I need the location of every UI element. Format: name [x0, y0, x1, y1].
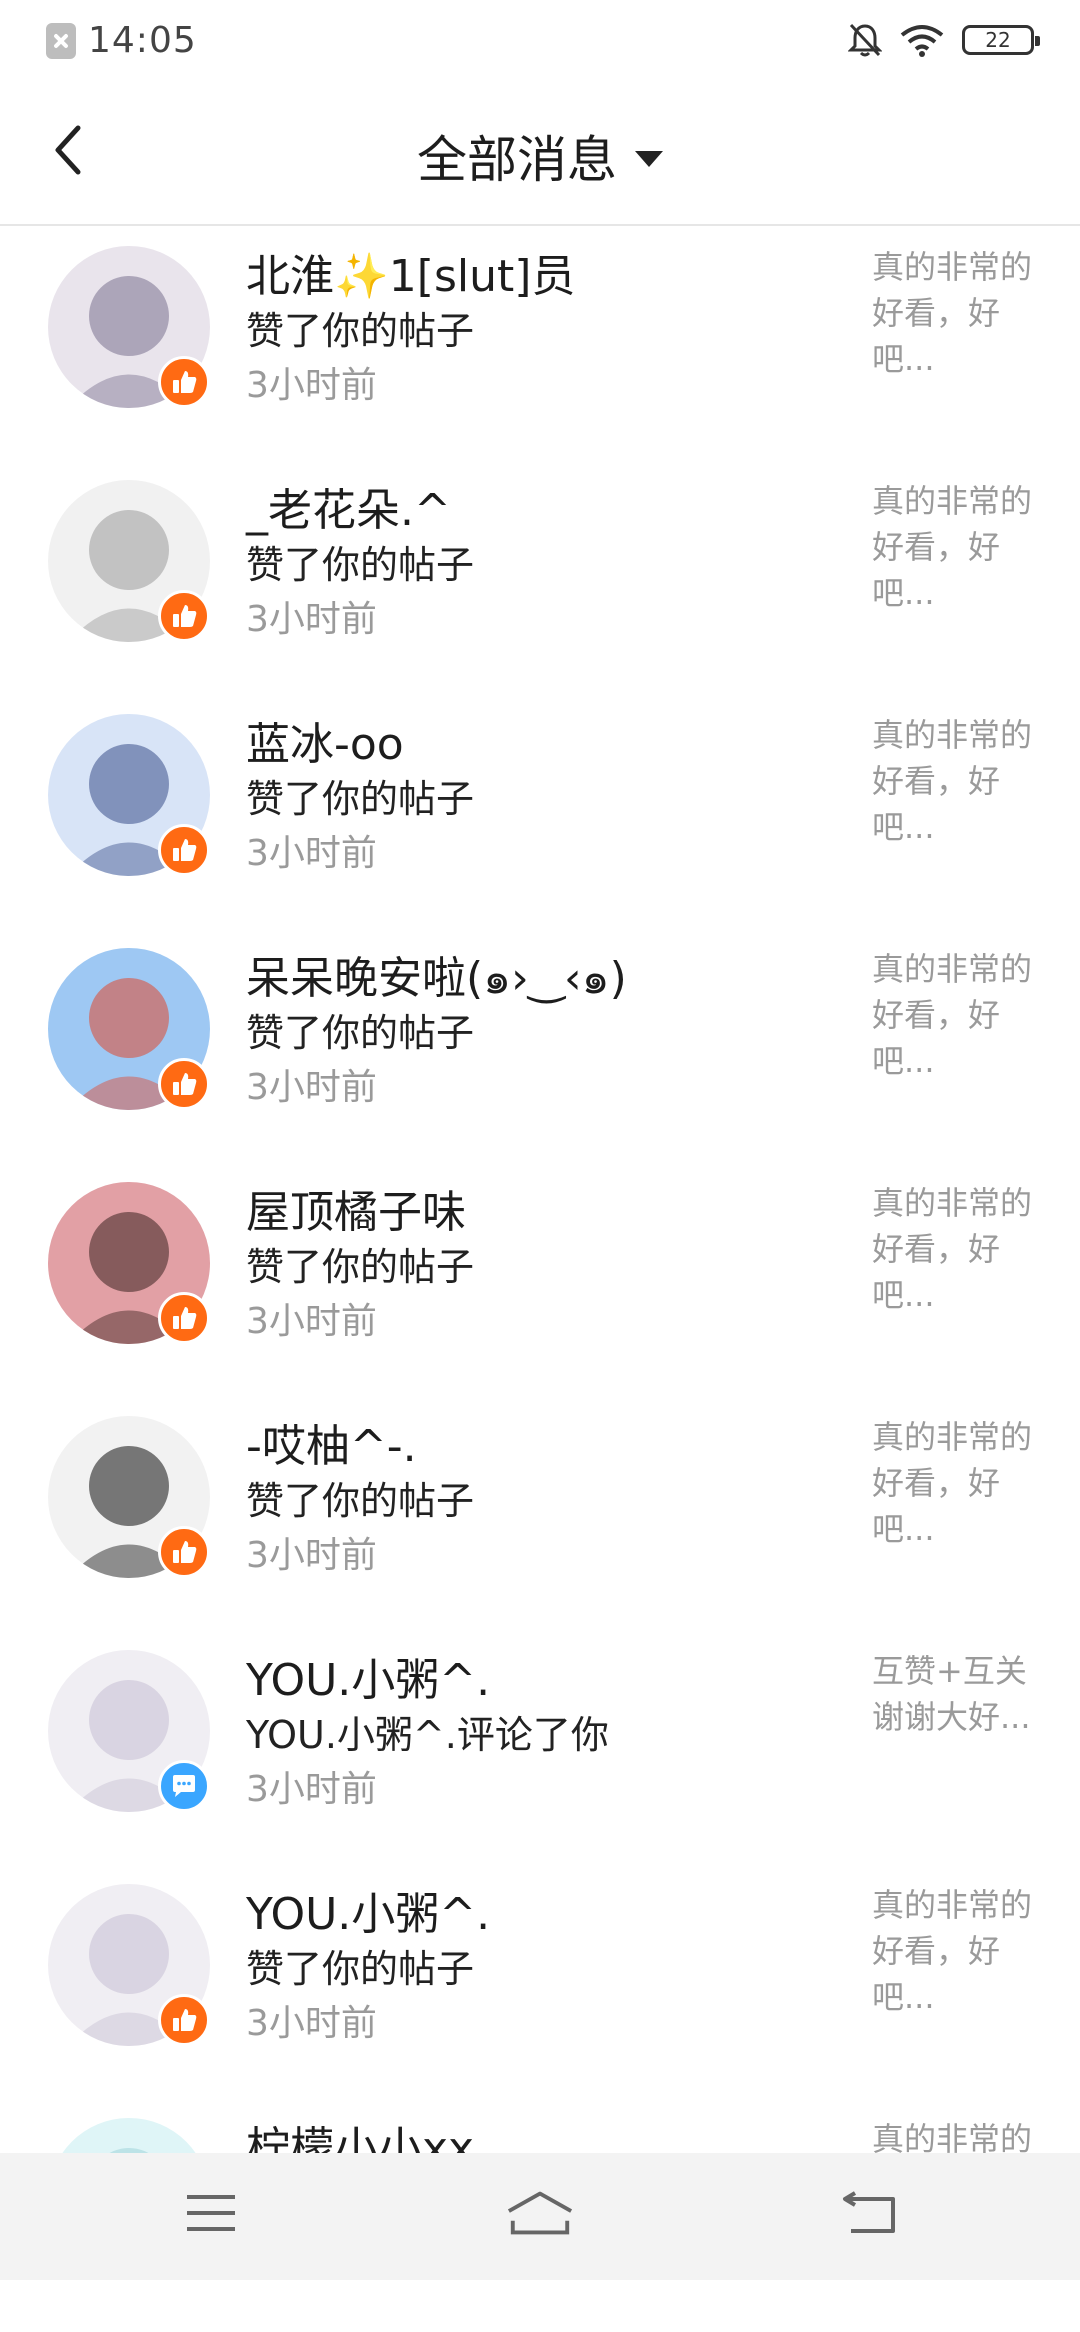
system-nav-bar — [0, 2153, 1080, 2280]
action-text: 赞了你的帖子 — [246, 1011, 475, 1055]
timestamp: 3小时前 — [246, 1301, 377, 1342]
menu-button[interactable] — [176, 2183, 246, 2243]
thumbs-up-icon — [173, 839, 197, 861]
timestamp: 3小时前 — [246, 1067, 377, 1108]
caret-down-icon — [635, 151, 663, 167]
thumbs-up-icon — [173, 371, 197, 393]
page-title: 全部消息 — [417, 131, 617, 189]
thumbs-up-icon — [173, 1307, 197, 1329]
battery-level: 22 — [985, 28, 1011, 52]
message-item[interactable]: 屋顶橘子味赞了你的帖子 3小时前 真的非常的好看，好吧... — [0, 1162, 1080, 1396]
header-bar: 全部消息 — [0, 84, 1080, 226]
post-preview: 真的非常的好看，好吧... — [872, 482, 1033, 612]
status-time: 14:05 — [88, 20, 197, 61]
message-filter-dropdown[interactable]: 全部消息 — [0, 120, 1080, 192]
action-text: YOU.小粥^.评论了你 — [246, 1713, 609, 1757]
post-preview: 真的非常的好看，好吧... — [872, 1886, 1033, 2016]
menu-icon — [187, 2195, 235, 2231]
post-preview: 真的非常的好看，好吧... — [872, 1184, 1033, 1314]
status-bar: 14:05 22 — [0, 0, 1080, 84]
like-badge — [158, 590, 210, 642]
post-preview: 真的非常的好看，好吧... — [872, 950, 1033, 1080]
user-name: 蓝冰-oo — [246, 719, 404, 770]
comment-icon — [173, 1775, 195, 1797]
home-icon — [507, 2191, 573, 2235]
message-item[interactable]: 呆呆晚安啦(๑›‿‹๑) 赞了你的帖子 3小时前 真的非常的好看，好吧... — [0, 928, 1080, 1162]
notification-close-icon — [46, 22, 76, 59]
bell-off-icon — [848, 23, 882, 57]
action-text: 赞了你的帖子 — [246, 1947, 475, 1991]
like-badge — [158, 1292, 210, 1344]
home-button[interactable] — [505, 2183, 575, 2243]
timestamp: 3小时前 — [246, 1535, 377, 1576]
user-name: YOU.小粥^. — [246, 1655, 491, 1706]
thumbs-up-icon — [173, 605, 197, 627]
action-text: 赞了你的帖子 — [246, 543, 475, 587]
thumbs-up-icon — [173, 2009, 197, 2031]
like-badge — [158, 1058, 210, 1110]
user-name: 北淮✨1[slut]员 — [246, 251, 576, 302]
timestamp: 3小时前 — [246, 1769, 377, 1810]
post-preview: 真的非常的好看，好吧... — [872, 1418, 1033, 1548]
back-nav-button[interactable] — [834, 2183, 904, 2243]
post-preview: 互赞+互关谢谢大好... — [872, 1652, 1031, 1736]
return-icon — [843, 2191, 895, 2233]
user-name: -哎柚^-. — [246, 1421, 417, 1472]
action-text: 赞了你的帖子 — [246, 1479, 475, 1523]
post-preview: 真的非常的好看，好吧... — [872, 716, 1033, 846]
action-text: 赞了你的帖子 — [246, 309, 475, 353]
thumbs-up-icon — [173, 1073, 197, 1095]
action-text: 赞了你的帖子 — [246, 1245, 475, 1289]
like-badge — [158, 1994, 210, 2046]
timestamp: 3小时前 — [246, 833, 377, 874]
status-left: 14:05 — [46, 20, 197, 61]
user-name: YOU.小粥^. — [246, 1889, 491, 1940]
like-badge — [158, 356, 210, 408]
comment-badge — [158, 1760, 210, 1812]
post-preview: 真的非常的好看，好吧... — [872, 248, 1033, 378]
message-item[interactable]: 北淮✨1[slut]员赞了你的帖子 3小时前 真的非常的好看，好吧... — [0, 226, 1080, 460]
message-item[interactable]: YOU.小粥^. YOU.小粥^.评论了你 3小时前 互赞+互关谢谢大好... — [0, 1630, 1080, 1864]
status-right: 22 — [848, 22, 1040, 58]
user-name: _老花朵.^ — [246, 485, 451, 536]
message-item[interactable]: _老花朵.^ 赞了你的帖子 3小时前 真的非常的好看，好吧... — [0, 460, 1080, 694]
thumbs-up-icon — [173, 1541, 197, 1563]
wifi-icon — [900, 25, 944, 57]
action-text: 赞了你的帖子 — [246, 777, 475, 821]
message-item[interactable]: 蓝冰-oo 赞了你的帖子 3小时前 真的非常的好看，好吧... — [0, 694, 1080, 928]
message-item[interactable]: -哎柚^-. 赞了你的帖子 3小时前 真的非常的好看，好吧... — [0, 1396, 1080, 1630]
battery-icon: 22 — [962, 25, 1040, 55]
like-badge — [158, 1526, 210, 1578]
user-name: 屋顶橘子味 — [246, 1187, 466, 1238]
like-badge — [158, 824, 210, 876]
timestamp: 3小时前 — [246, 2003, 377, 2044]
timestamp: 3小时前 — [246, 365, 377, 406]
message-item[interactable]: YOU.小粥^. 赞了你的帖子 3小时前 真的非常的好看，好吧... — [0, 1864, 1080, 2098]
timestamp: 3小时前 — [246, 599, 377, 640]
